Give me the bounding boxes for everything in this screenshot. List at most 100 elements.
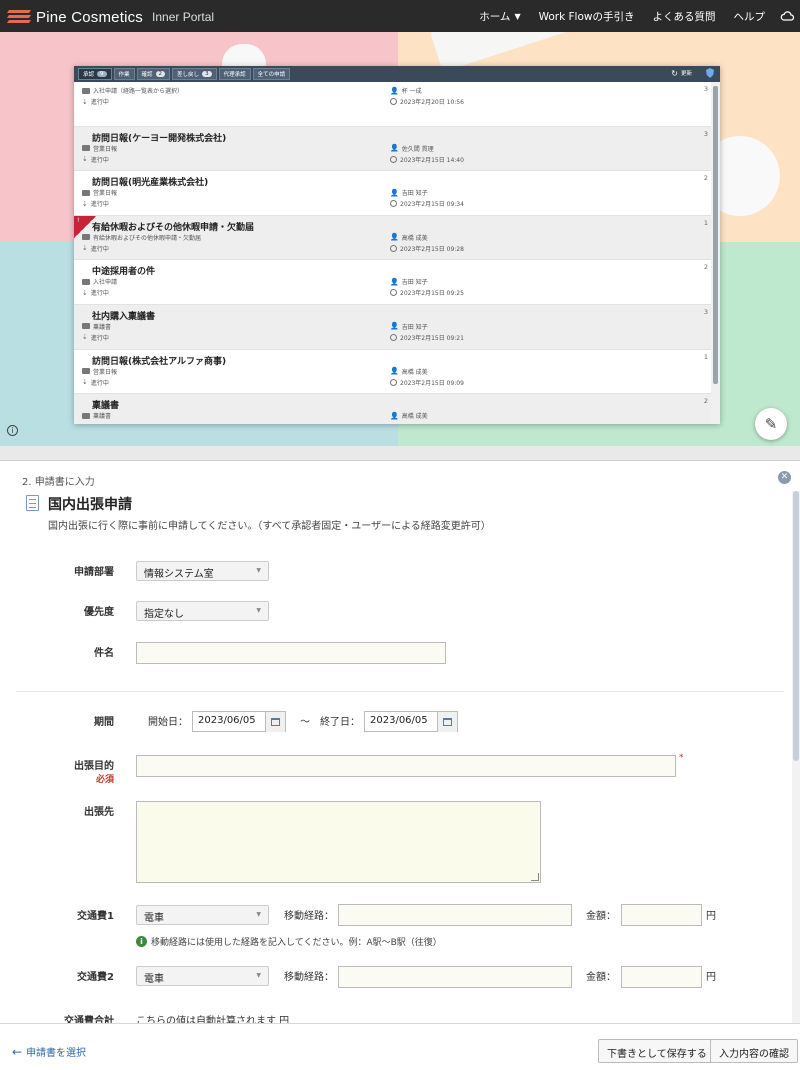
divider [16,691,784,692]
destination-label: 出張先 [84,807,114,818]
resize-grip-icon[interactable] [531,873,539,881]
transport1-amount-input[interactable] [621,904,702,926]
clock-icon [390,155,397,163]
end-date-input[interactable]: 2023/06/05 [364,711,458,732]
transport1-route-input[interactable] [338,904,572,926]
row-status: 進行中 [90,334,109,342]
list-item[interactable]: 中途採用者の件 入社申請 ⇣ 進行中 👤 吉田 知子 2023年2月15日 09:2… [74,260,711,305]
folder-icon [82,87,90,94]
transport1-mode-select[interactable]: 電車 ▼ [136,905,269,925]
caret-down-icon: ▼ [256,972,261,979]
folder-icon [82,412,90,419]
user-icon: 👤 [390,277,399,286]
end-date-value: 2023/06/05 [370,715,428,726]
list-item[interactable]: 入社申請（経路一覧表から選択） ⇣ 進行中 👤 杯 一成 2023年2月20日 10… [74,82,711,127]
clock-icon [390,378,397,386]
caret-down-icon: ▼ [256,567,261,574]
request-list: 入社申請（経路一覧表から選択） ⇣ 進行中 👤 杯 一成 2023年2月20日 10… [74,82,711,424]
tab-count-badge: 9 [97,71,107,77]
row-user: 吉田 知子 [401,323,428,331]
clock-icon [390,289,397,297]
calendar-button[interactable] [437,712,457,732]
close-button[interactable]: ✕ [778,471,791,484]
calendar-button[interactable] [265,712,285,732]
refresh-label: 更新 [680,71,692,77]
row-category: 営業日報 [93,145,118,153]
flow-arrow-icon: ⇣ [82,378,88,387]
arrow-left-icon: ← [12,1044,23,1059]
transport2-route-label: 移動経路： [284,972,334,983]
clock-icon [390,333,397,341]
period-label: 期間 [94,717,114,728]
list-item[interactable]: 訪問日報(ケーヨー開発株式会社) 営業日報 ⇣ 進行中 👤 佐久間 貫理 2023年… [74,126,711,172]
user-icon: 👤 [390,322,399,331]
brand-logo-icon [6,10,32,24]
row-status: 進行中 [90,379,109,387]
back-to-select-link[interactable]: ← 申請書を選択 [12,1044,86,1060]
list-item[interactable]: 訪問日報(株式会社アルファ商事) 営業日報 ⇣ 進行中 👤 高橋 成美 2023年2… [74,350,711,395]
folder-icon [82,323,90,330]
inbox-scrollbar[interactable] [711,82,720,424]
row-category: 入社申請（経路一覧表から選択） [93,88,184,95]
row-user: 杯 一成 [401,88,422,95]
tab-all-requests[interactable]: 全ての申請 [252,68,291,80]
start-date-input[interactable]: 2023/06/05 [192,711,286,732]
tab-approval[interactable]: 承認 9 [78,68,112,80]
transport2-amount-input[interactable] [621,966,702,988]
nav-faq[interactable]: よくある質問 [644,9,725,24]
form-scrollbar[interactable] [792,491,800,1023]
save-draft-button[interactable]: 下書きとして保存する [598,1039,716,1063]
destination-textarea[interactable] [136,801,541,883]
flow-arrow-icon: ⇣ [82,199,88,208]
confirm-button[interactable]: 入力内容の確認 [710,1039,798,1063]
subject-input[interactable] [136,642,446,664]
row-category: 稟議書 [93,323,112,331]
inbox-panel: 承認 9 作業 確認 2 差し戻し 3 代理承認 全ての申請 ↻ 更新 入社申請… [74,66,720,424]
brand[interactable]: Pine Cosmetics Inner Portal [6,8,214,26]
list-item[interactable]: 訪問日報(明光産業株式会社) 営業日報 ⇣ 進行中 👤 吉田 知子 2023年2月1… [74,171,711,216]
tab-confirm[interactable]: 確認 2 [136,68,171,80]
transport1-amount-label: 金額： [586,911,616,922]
row-title: 訪問日報(株式会社アルファ商事) [92,356,227,367]
clock-icon [390,200,397,208]
nav-help[interactable]: ヘルプ [725,9,775,24]
row-user: 高橋 成美 [401,368,428,376]
refresh-button[interactable]: ↻ 更新 [671,69,692,78]
nav-home[interactable]: ホーム ▼ [470,9,529,24]
tab-label: 差し戻し [177,72,200,78]
priority-select[interactable]: 指定なし ▼ [136,601,269,621]
purpose-input[interactable] [136,755,676,777]
shield-icon[interactable] [706,68,714,78]
cloud-icon[interactable] [774,0,800,32]
main-nav: ホーム ▼ Work Flowの手引き よくある質問 ヘルプ [470,0,800,32]
info-icon: i [136,936,147,947]
tab-label: 承認 [83,72,95,78]
transport2-route-input[interactable] [338,966,572,988]
tab-proxy-approval[interactable]: 代理承認 [218,68,251,80]
department-select[interactable]: 情報システム室 ▼ [136,561,269,581]
row-status: 進行中 [90,156,109,164]
list-item[interactable]: 社内購入稟議書 稟議書 ⇣ 進行中 👤 吉田 知子 2023年2月15日 09:21… [74,304,711,350]
info-icon[interactable]: i [7,425,18,436]
purpose-label: 出張目的 [74,761,114,772]
pencil-icon: ✎ [764,415,778,433]
tab-count-badge: 3 [202,71,212,77]
nav-workflow-guide[interactable]: Work Flowの手引き [530,9,644,24]
row-category: 稟議書 [93,413,112,421]
transport1-label: 交通費1 [77,911,114,922]
list-item[interactable]: 稟議書 稟議書 👤 高橋 成美 2 [74,394,711,424]
tab-returned[interactable]: 差し戻し 3 [172,68,217,80]
list-item[interactable]: ! 有給休暇およびその他休暇申請・欠勤届 有給休暇およびその他休暇申請・欠勤届 … [74,215,711,261]
ribbon-mark: ! [77,216,80,224]
refresh-icon: ↻ [671,68,678,78]
row-count: 2 [703,397,708,406]
edit-fab-button[interactable]: ✎ [755,408,787,440]
department-value: 情報システム室 [144,569,214,580]
transport2-mode-select[interactable]: 電車 ▼ [136,966,269,986]
flow-arrow-icon: ⇣ [82,97,88,106]
transport2-amount-label: 金額： [586,972,616,983]
tab-task[interactable]: 作業 [113,68,135,80]
application-form-dialog: 2. 申請書に入力 国内出張申請 国内出張に行く際に事前に申請してください。（す… [0,460,800,1070]
transport2-mode-value: 電車 [144,974,164,985]
caret-down-icon: ▼ [256,607,261,614]
